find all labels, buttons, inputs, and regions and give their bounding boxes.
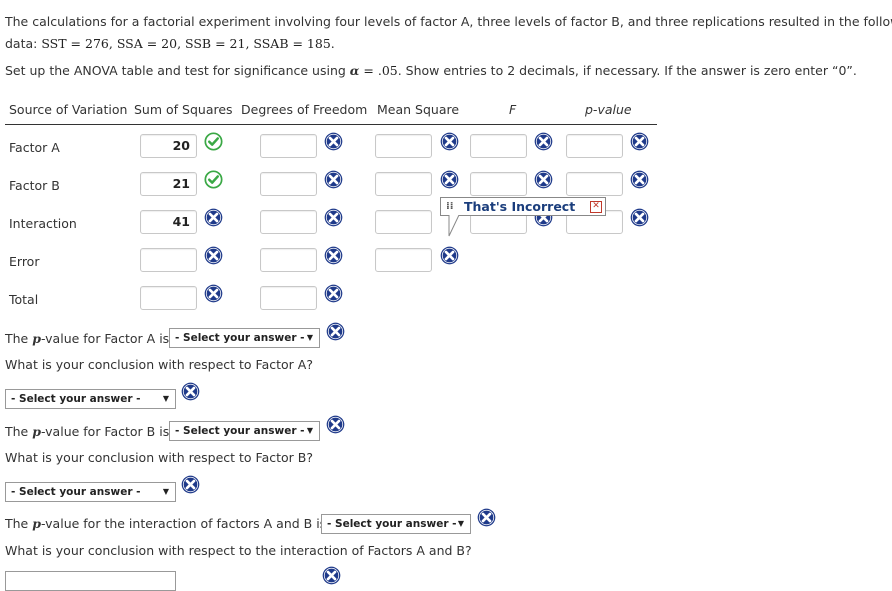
- conclusion-b-prompt: What is your conclusion with respect to …: [5, 450, 313, 465]
- conclusion-b-select[interactable]: - Select your answer - ▼: [5, 482, 176, 502]
- header-source: Source of Variation: [9, 102, 128, 117]
- row-label-factor-a: Factor A: [9, 140, 60, 155]
- df-input-factor-a[interactable]: [260, 134, 317, 158]
- incorrect-x-icon: [324, 208, 343, 227]
- chevron-down-icon: ▼: [306, 426, 313, 435]
- select-value: - Select your answer -: [11, 393, 141, 405]
- df-input-factor-b[interactable]: [260, 172, 317, 196]
- chevron-down-icon: ▼: [162, 487, 169, 496]
- pvalue-b-select[interactable]: - Select your answer - ▼: [169, 421, 320, 441]
- incorrect-x-icon: [204, 208, 223, 227]
- incorrect-x-icon: [324, 132, 343, 151]
- conclusion-a-select[interactable]: - Select your answer - ▼: [5, 389, 176, 409]
- drag-handle-icon[interactable]: ⁞⁞: [446, 198, 454, 215]
- incorrect-x-icon: [630, 170, 649, 189]
- incorrect-x-icon: [630, 208, 649, 227]
- pvalue-b-prompt: The p-value for Factor B is: [5, 424, 169, 439]
- alpha-value: = .05: [359, 63, 398, 78]
- p-input-factor-a[interactable]: [566, 134, 623, 158]
- incorrect-x-icon: [324, 284, 343, 303]
- header-f: F: [509, 102, 517, 117]
- correct-check-icon: [204, 132, 223, 151]
- header-divider: [5, 124, 657, 125]
- incorrect-x-icon: [326, 322, 345, 341]
- incorrect-x-icon: [204, 246, 223, 265]
- ms-input-error[interactable]: [375, 248, 432, 272]
- ss-input-interaction[interactable]: 41: [140, 210, 197, 234]
- ss-input-factor-b[interactable]: 21: [140, 172, 197, 196]
- ms-input-interaction[interactable]: [375, 210, 432, 234]
- incorrect-x-icon: [181, 475, 200, 494]
- header-ss: Sum of Squares: [134, 102, 233, 117]
- ms-input-factor-a[interactable]: [375, 134, 432, 158]
- df-input-interaction[interactable]: [260, 210, 317, 234]
- row-label-factor-b: Factor B: [9, 178, 60, 193]
- incorrect-tooltip: ⁞⁞ That's Incorrect ✕: [440, 197, 606, 216]
- conclusion-ab-select[interactable]: [5, 571, 176, 591]
- ss-input-factor-a[interactable]: 20: [140, 134, 197, 158]
- row-label-interaction: Interaction: [9, 216, 77, 231]
- instructions: Set up the ANOVA table and test for sign…: [5, 63, 857, 78]
- df-input-total[interactable]: [260, 286, 317, 310]
- problem-text-line1: The calculations for a factorial experim…: [5, 14, 892, 29]
- problem-data-values: SST = 276, SSA = 20, SSB = 21, SSAB = 18…: [41, 36, 335, 51]
- alpha-symbol: α: [349, 63, 360, 78]
- chevron-down-icon: ▼: [306, 333, 313, 342]
- incorrect-x-icon: [326, 415, 345, 434]
- select-value: - Select your answer -: [327, 518, 457, 530]
- chevron-down-icon: ▼: [162, 394, 169, 403]
- incorrect-x-icon: [534, 170, 553, 189]
- ss-input-total[interactable]: [140, 286, 197, 310]
- instr-suffix: . Show entries to 2 decimals, if necessa…: [397, 63, 857, 78]
- select-value: - Select your answer -: [11, 486, 141, 498]
- p-symbol: p: [32, 424, 41, 439]
- f-input-factor-b[interactable]: [470, 172, 527, 196]
- instr-prefix: Set up the ANOVA table and test for sign…: [5, 63, 350, 78]
- incorrect-x-icon: [322, 566, 341, 585]
- header-pvalue: p-value: [585, 102, 632, 117]
- problem-text-line2: data: SST = 276, SSA = 20, SSB = 21, SSA…: [5, 36, 335, 51]
- ss-input-error[interactable]: [140, 248, 197, 272]
- row-label-error: Error: [9, 254, 40, 269]
- incorrect-x-icon: [324, 170, 343, 189]
- p-input-factor-b[interactable]: [566, 172, 623, 196]
- problem-data-label: data:: [5, 36, 42, 51]
- incorrect-x-icon: [181, 382, 200, 401]
- incorrect-x-icon: [534, 132, 553, 151]
- prompt-text: The: [5, 516, 33, 531]
- tooltip-close-icon[interactable]: ✕: [590, 201, 602, 213]
- incorrect-x-icon: [440, 132, 459, 151]
- incorrect-x-icon: [324, 246, 343, 265]
- p-symbol: p: [32, 516, 41, 531]
- prompt-text: -value for Factor B is: [40, 424, 170, 439]
- select-value: - Select your answer -: [175, 425, 305, 437]
- header-ms: Mean Square: [377, 102, 460, 117]
- incorrect-x-icon: [204, 284, 223, 303]
- prompt-text: The: [5, 331, 33, 346]
- f-input-factor-a[interactable]: [470, 134, 527, 158]
- tooltip-text: That's Incorrect: [464, 199, 576, 214]
- incorrect-x-icon: [477, 508, 496, 527]
- pvalue-ab-prompt: The p-value for the interaction of facto…: [5, 516, 326, 531]
- prompt-text: -value for the interaction of factors A …: [40, 516, 327, 531]
- incorrect-x-icon: [440, 170, 459, 189]
- select-value: - Select your answer -: [175, 332, 305, 344]
- conclusion-ab-prompt: What is your conclusion with respect to …: [5, 543, 472, 558]
- correct-check-icon: [204, 170, 223, 189]
- header-df: Degrees of Freedom: [241, 102, 368, 117]
- incorrect-x-icon: [630, 132, 649, 151]
- tooltip-pointer: [448, 215, 460, 237]
- prompt-text: The: [5, 424, 33, 439]
- incorrect-x-icon: [440, 246, 459, 265]
- df-input-error[interactable]: [260, 248, 317, 272]
- pvalue-a-select[interactable]: - Select your answer - ▼: [169, 328, 320, 348]
- pvalue-a-prompt: The p-value for Factor A is: [5, 331, 169, 346]
- prompt-text: -value for Factor A is: [40, 331, 170, 346]
- p-symbol: p: [32, 331, 41, 346]
- pvalue-ab-select[interactable]: - Select your answer - ▼: [321, 514, 471, 534]
- chevron-down-icon: ▼: [457, 519, 464, 528]
- ms-input-factor-b[interactable]: [375, 172, 432, 196]
- row-label-total: Total: [9, 292, 39, 307]
- conclusion-a-prompt: What is your conclusion with respect to …: [5, 357, 313, 372]
